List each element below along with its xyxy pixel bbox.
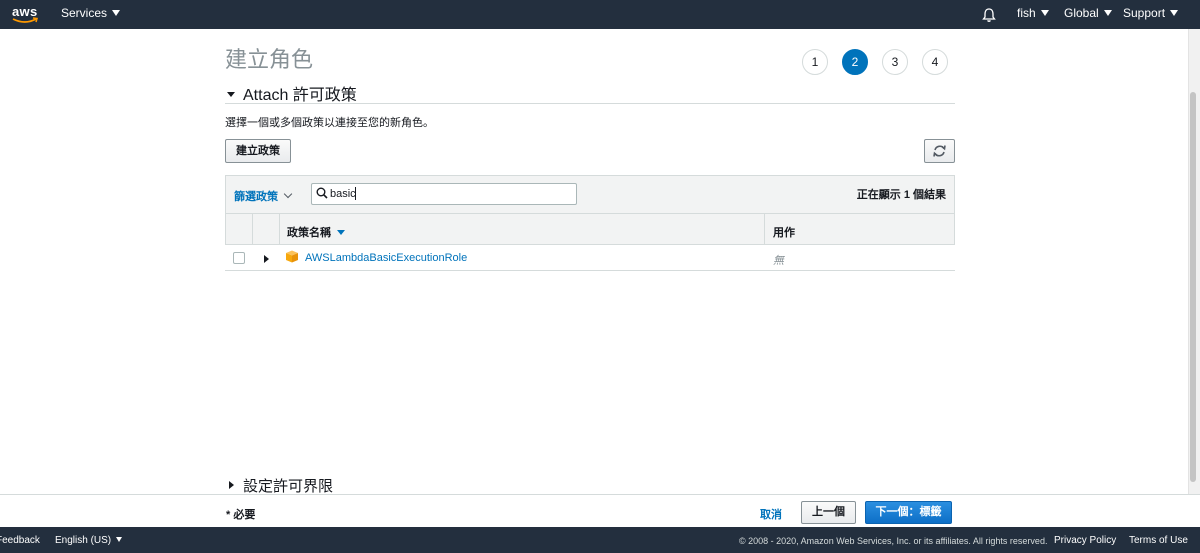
permissions-boundary-section-toggle[interactable]: 設定許可界限 — [229, 475, 333, 496]
scrollbar-thumb[interactable] — [1190, 92, 1196, 482]
row-checkbox[interactable] — [233, 252, 245, 264]
collapsed-section-heading: 設定許可界限 — [243, 478, 334, 495]
copyright-text: © 2008 - 2020, Amazon Web Services, Inc.… — [739, 536, 1048, 546]
filter-policies-dropdown[interactable]: 篩選政策 — [234, 188, 293, 204]
attach-policies-section-toggle[interactable]: Attach 許可政策 — [227, 81, 357, 105]
policy-usage-value: 無 — [773, 255, 784, 267]
policy-cube-icon — [286, 250, 298, 263]
account-menu[interactable]: fish — [1017, 0, 1049, 29]
column-divider — [279, 213, 280, 245]
support-menu[interactable]: Support — [1123, 0, 1179, 29]
expand-row-icon[interactable] — [264, 255, 269, 263]
column-divider — [764, 213, 765, 245]
chevron-down-icon — [116, 537, 123, 542]
cancel-link[interactable]: 取消 — [760, 506, 782, 522]
chevron-down-icon — [112, 10, 121, 16]
bell-icon[interactable] — [981, 7, 997, 23]
chevron-down-icon — [1103, 10, 1112, 16]
chevron-down-icon — [1170, 10, 1179, 16]
region-label: Global — [1064, 6, 1099, 20]
search-icon — [316, 187, 328, 199]
language-label: English (US) — [55, 535, 112, 546]
next-tags-button[interactable]: 下一個：標籤 — [865, 501, 952, 524]
section-description: 選擇一個或多個政策以連接至您的新角色。 — [225, 117, 434, 129]
aws-logo[interactable]: aws — [12, 2, 40, 26]
aws-smile-icon — [12, 17, 38, 23]
language-selector[interactable]: English (US) — [55, 535, 123, 546]
account-label: fish — [1017, 6, 1036, 20]
privacy-policy-link[interactable]: Privacy Policy — [1054, 535, 1116, 546]
console-footer: Feedback English (US) © 2008 - 2020, Ama… — [0, 527, 1200, 553]
caret-right-icon — [229, 481, 234, 489]
section-divider — [225, 103, 955, 104]
create-policy-button[interactable]: 建立政策 — [225, 139, 291, 163]
wizard-step-1[interactable]: 1 — [802, 49, 828, 75]
results-count: 正在顯示 1 個結果 — [856, 189, 946, 201]
services-label: Services — [61, 6, 108, 20]
caret-down-icon — [227, 92, 235, 97]
column-header-usage[interactable]: 用作 — [773, 224, 795, 240]
previous-button[interactable]: 上一個 — [801, 501, 856, 524]
column-header-label: 政策名稱 — [287, 227, 331, 239]
terms-of-use-link[interactable]: Terms of Use — [1129, 535, 1188, 546]
column-header-policy-name[interactable]: 政策名稱 — [287, 224, 345, 240]
sort-descending-icon — [337, 230, 345, 235]
policy-name-link[interactable]: AWSLambdaBasicExecutionRole — [305, 252, 467, 264]
region-menu[interactable]: Global — [1064, 0, 1112, 29]
section-heading: Attach 許可政策 — [243, 87, 357, 104]
page-title: 建立角色 — [225, 47, 314, 72]
refresh-button[interactable] — [924, 139, 955, 163]
required-note: * 必要 — [226, 509, 256, 521]
support-label: Support — [1123, 6, 1166, 20]
wizard-step-3[interactable]: 3 — [882, 49, 908, 75]
chevron-down-icon — [1040, 10, 1049, 16]
refresh-icon — [933, 145, 946, 157]
filter-label: 篩選政策 — [234, 191, 278, 203]
services-menu[interactable]: Services — [61, 0, 121, 29]
wizard-step-4[interactable]: 4 — [922, 49, 948, 75]
wizard-action-bar — [0, 494, 1200, 527]
wizard-step-2-active[interactable]: 2 — [842, 49, 868, 75]
feedback-link[interactable]: Feedback — [0, 535, 40, 546]
chevron-down-icon — [283, 189, 293, 199]
text-cursor — [355, 187, 356, 200]
top-navigation-bar: aws Services fish Global Support — [0, 0, 1200, 29]
column-divider — [252, 213, 253, 245]
search-input[interactable] — [330, 185, 570, 203]
